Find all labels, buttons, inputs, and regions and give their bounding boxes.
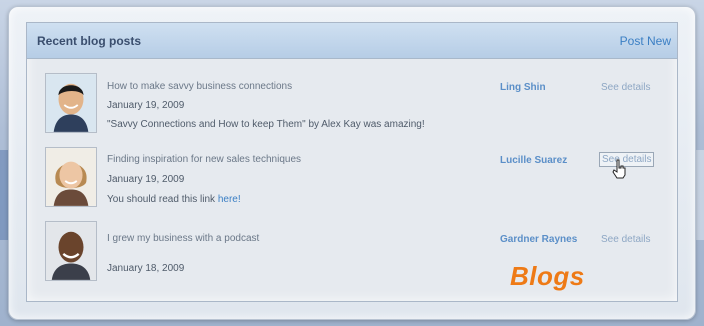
author-link[interactable]: Gardner Raynes [500,234,577,245]
avatar[interactable] [45,73,97,133]
recent-blog-posts-panel: Recent blog posts Post New How to make s… [26,22,678,302]
post-date: January 18, 2009 [107,263,185,274]
blogs-overlay-label: Blogs [510,261,585,291]
see-details-link[interactable]: See details [601,82,650,93]
hand-pointer-cursor-icon [612,159,626,179]
post-excerpt: You should read this link here! [107,194,241,205]
panel-header: Recent blog posts Post New [27,23,677,59]
avatar[interactable] [45,221,97,281]
post-excerpt: "Savvy Connections and How to keep Them"… [107,119,425,130]
post-date: January 19, 2009 [107,100,185,111]
post-new-link[interactable]: Post New [620,34,671,48]
excerpt-here-link[interactable]: here! [218,194,241,205]
avatar[interactable] [45,147,97,207]
avatar-lucille-suarez-icon [46,148,96,206]
post-title-link[interactable]: I grew my business with a podcast [107,233,259,244]
post-title-link[interactable]: How to make savvy business connections [107,81,292,92]
list-item: Finding inspiration for new sales techni… [27,145,677,217]
avatar-ling-shin-icon [46,74,96,132]
author-link[interactable]: Ling Shin [500,82,546,93]
panel-title: Recent blog posts [37,33,142,48]
see-details-link[interactable]: See details [601,234,650,245]
avatar-gardner-raynes-icon [46,222,96,280]
post-excerpt-text: You should read this link [107,194,218,205]
post-title-link[interactable]: Finding inspiration for new sales techni… [107,154,301,165]
post-date: January 19, 2009 [107,174,185,185]
list-item: How to make savvy business connections J… [27,71,677,143]
author-link[interactable]: Lucille Suarez [500,155,567,166]
